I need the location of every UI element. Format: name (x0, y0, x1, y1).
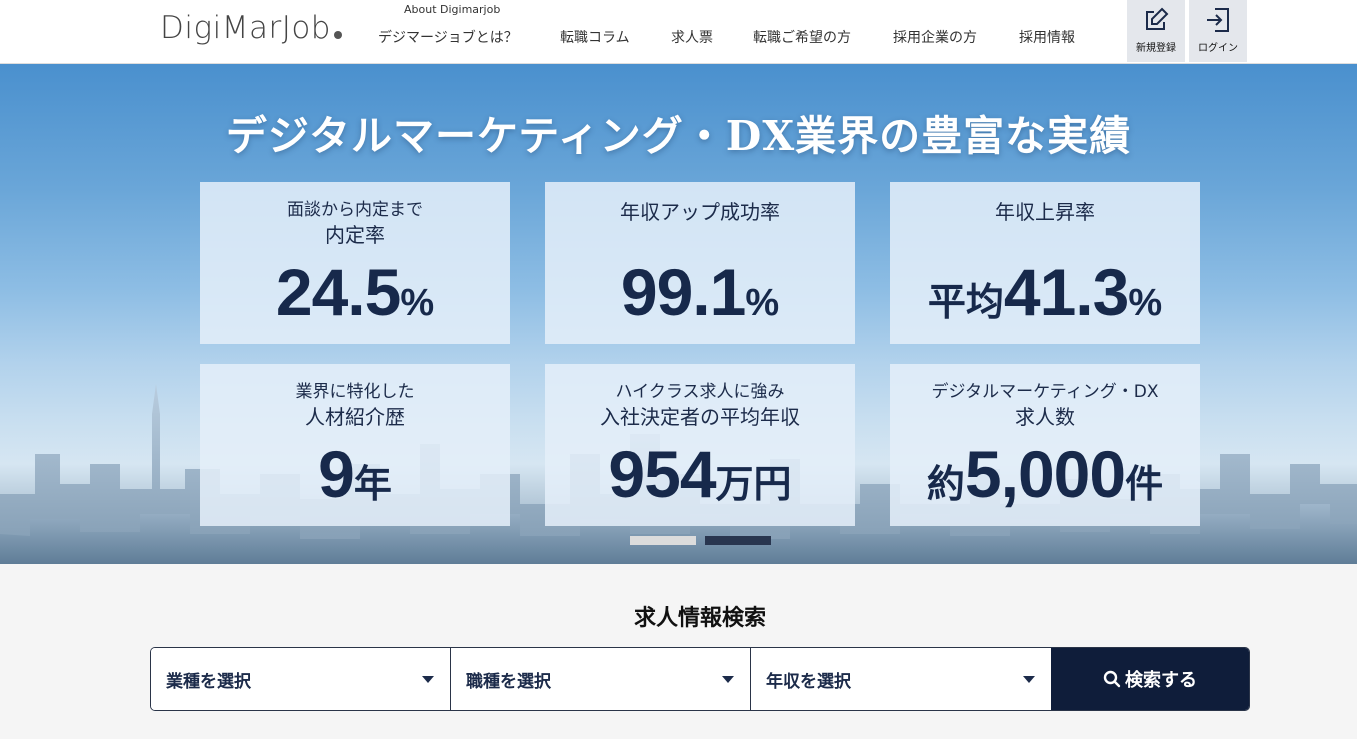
stat-card-history: 業界に特化した 人材紹介歴 9年 (200, 364, 510, 526)
nav-item-employers[interactable]: 採用企業の方 (893, 27, 1019, 47)
site-logo[interactable]: DigiMarJob (160, 10, 342, 46)
login-icon (1207, 8, 1229, 32)
job-search-bar: 業種を選択 職種を選択 年収を選択 検索する (150, 647, 1250, 711)
stat-card-job-count: デジタルマーケティング・DX 求人数 約5,000件 (890, 364, 1200, 526)
nav-about-caption: About Digimarjob (404, 3, 501, 16)
stat-label-line1: 面談から内定まで (287, 200, 423, 220)
industry-select-label: 業種を選択 (166, 671, 251, 692)
salary-select[interactable]: 年収を選択 (751, 648, 1051, 710)
search-title: 求人情報検索 (633, 606, 766, 631)
stat-card-salary-increase: 年収上昇率 平均41.3% (890, 182, 1200, 344)
stat-label-line1: 業界に特化した (295, 382, 415, 402)
carousel-dot-1[interactable] (630, 536, 696, 545)
main-nav: デジマージョブとは？ 転職コラム 求人票 転職ご希望の方 採用企業の方 採用情報 (378, 27, 1099, 47)
stat-label-line2: 求人数 (1015, 405, 1075, 429)
login-label: ログイン (1198, 43, 1238, 54)
stat-value: 約5,000件 (890, 436, 1200, 512)
stat-card-average-salary: ハイクラス求人に強み 入社決定者の平均年収 954万円 (545, 364, 855, 526)
nav-item-about[interactable]: デジマージョブとは？ (378, 27, 560, 47)
register-button[interactable]: 新規登録 (1127, 0, 1185, 62)
register-label: 新規登録 (1136, 43, 1176, 54)
stat-label-line2: 入社決定者の平均年収 (600, 405, 800, 429)
stat-label-line1: デジタルマーケティング・DX (931, 382, 1159, 402)
stat-suffix: 件 (1125, 464, 1164, 506)
stat-value: 99.1% (545, 254, 855, 330)
job-type-select-label: 職種を選択 (466, 671, 551, 692)
stat-card-offer-rate: 面談から内定まで 内定率 24.5% (200, 182, 510, 344)
stat-suffix: % (1128, 282, 1163, 324)
chevron-down-icon (422, 676, 434, 683)
stat-value: 954万円 (545, 436, 855, 512)
nav-item-job-seekers[interactable]: 転職ご希望の方 (753, 27, 893, 47)
stat-suffix: 万円 (715, 464, 792, 506)
stat-number: 5,000 (964, 437, 1126, 511)
logo-text: DigiMarJob (160, 10, 331, 46)
job-type-select[interactable]: 職種を選択 (451, 648, 751, 710)
stat-number: 24.5 (275, 255, 401, 329)
edit-icon (1146, 7, 1169, 30)
stat-prefix: 約 (926, 464, 965, 506)
stat-number: 9 (318, 437, 355, 511)
stat-suffix: % (745, 282, 780, 324)
stat-label-line1: ハイクラス求人に強み (615, 382, 785, 402)
salary-select-label: 年収を選択 (766, 671, 851, 692)
nav-item-jobs[interactable]: 求人票 (671, 27, 753, 47)
search-button-label: 検索する (1125, 670, 1197, 690)
chevron-down-icon (1023, 676, 1035, 683)
stat-label-line1: 年収上昇率 (995, 200, 1095, 224)
stat-number: 99.1 (620, 255, 746, 329)
site-header: DigiMarJob About Digimarjob デジマージョブとは？ 転… (0, 0, 1357, 64)
login-button[interactable]: ログイン (1189, 0, 1247, 62)
logo-mark-icon (333, 31, 342, 39)
carousel-pagination (630, 536, 780, 545)
carousel-dot-2[interactable] (705, 536, 771, 545)
chevron-down-icon (722, 676, 734, 683)
hero-section: デジタルマーケティング・DX業界の豊富な実績 面談から内定まで 内定率 24.5… (0, 64, 1357, 564)
stat-value: 9年 (200, 436, 510, 512)
nav-item-recruit[interactable]: 採用情報 (1019, 27, 1099, 47)
stat-number: 41.3 (1003, 255, 1129, 329)
stat-prefix: 平均 (927, 282, 1004, 324)
stat-label-line2: 内定率 (325, 223, 385, 247)
stat-value: 24.5% (200, 254, 510, 330)
stat-card-salary-up-rate: 年収アップ成功率 99.1% (545, 182, 855, 344)
stat-suffix: % (400, 282, 435, 324)
search-icon (1103, 670, 1121, 688)
stat-label-line1: 年収アップ成功率 (620, 200, 780, 224)
industry-select[interactable]: 業種を選択 (151, 648, 451, 710)
stat-number: 954 (608, 437, 716, 511)
stat-suffix: 年 (353, 464, 392, 506)
search-button[interactable]: 検索する (1051, 648, 1249, 710)
hero-title: デジタルマーケティング・DX業界の豊富な実績 (225, 112, 1132, 160)
nav-item-column[interactable]: 転職コラム (560, 27, 671, 47)
stat-label-line2: 人材紹介歴 (305, 405, 405, 429)
stat-value: 平均41.3% (890, 254, 1200, 330)
